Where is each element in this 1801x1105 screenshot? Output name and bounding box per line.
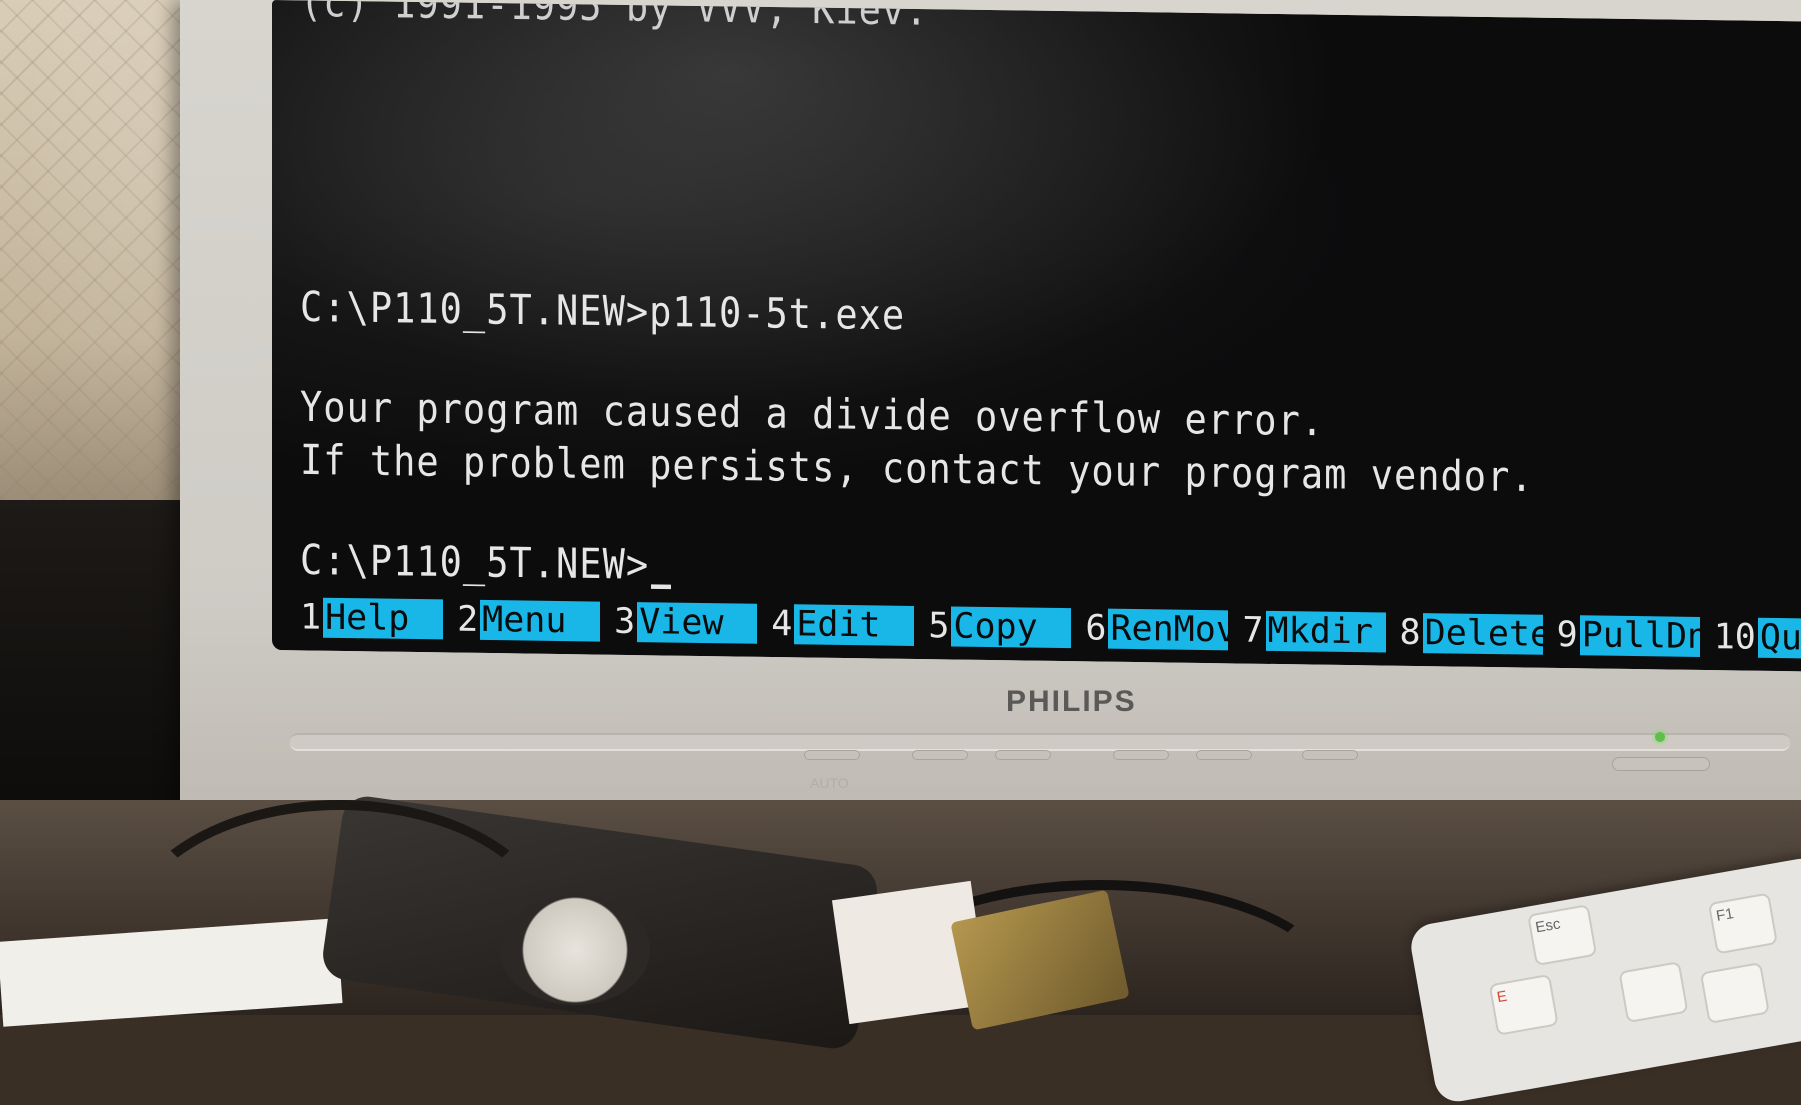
- bezel-trim: [290, 733, 1790, 751]
- fkey-edit[interactable]: 4 Edit: [771, 603, 915, 646]
- fkey-delete[interactable]: 8 Delete: [1400, 613, 1543, 655]
- monitor-brand-logo: PHILIPS: [1006, 685, 1137, 718]
- monitor-power-button[interactable]: [1612, 757, 1710, 771]
- monitor-down-button[interactable]: [1113, 750, 1169, 760]
- fkey-label: Copy: [951, 606, 1072, 649]
- fkey-mkdir[interactable]: 7 Mkdir: [1242, 610, 1386, 653]
- fkey-number: 10: [1713, 617, 1756, 658]
- fkey-label: Edit: [794, 604, 915, 646]
- fkey-number: 2: [457, 599, 479, 640]
- dos-screen: (c) 1991-1995 by VVV, Kiev. C:\P110_5T.N…: [272, 0, 1801, 672]
- fkey-number: 4: [771, 603, 793, 645]
- auto-button-label: AUTO: [810, 775, 849, 791]
- fkey-view[interactable]: 3 View: [614, 601, 758, 644]
- prompt-line[interactable]: C:\P110_5T.NEW>: [300, 535, 672, 590]
- monitor-up-button[interactable]: [1196, 750, 1252, 760]
- fkey-renmov[interactable]: 6 RenMov: [1085, 608, 1229, 651]
- fkey-label: View: [637, 602, 758, 644]
- fkey-menu[interactable]: 2 Menu: [457, 599, 601, 642]
- fkey-number: 6: [1085, 608, 1107, 649]
- fkey-number: 9: [1556, 614, 1578, 656]
- monitor-auto-button[interactable]: [804, 750, 860, 760]
- command-line: C:\P110_5T.NEW>p110-5t.exe: [300, 282, 906, 340]
- text-cursor: [651, 584, 672, 590]
- fkey-label: RenMov: [1108, 608, 1229, 651]
- fkey-label: Delete: [1422, 613, 1543, 655]
- fkey-number: 5: [928, 606, 950, 647]
- fkey-label: PullDn: [1579, 615, 1700, 657]
- power-led-icon: [1655, 732, 1665, 742]
- fkey-pulldn[interactable]: 9 PullDn: [1557, 615, 1700, 657]
- monitor-menu-button[interactable]: [1302, 750, 1358, 760]
- key-f1[interactable]: F1: [1707, 892, 1778, 955]
- fkey-number: 7: [1242, 610, 1264, 651]
- fkey-label: Qu: [1757, 617, 1801, 659]
- monitor-right-button[interactable]: [995, 750, 1051, 760]
- fkey-help[interactable]: 1 Help: [300, 597, 444, 640]
- fkey-label: Menu: [480, 599, 601, 642]
- fkey-number: 8: [1399, 612, 1421, 654]
- cable: [120, 800, 560, 1080]
- fkey-label: Help: [323, 597, 444, 640]
- monitor-left-button[interactable]: [912, 750, 968, 760]
- key-esc[interactable]: Esc: [1527, 904, 1598, 967]
- fkey-number: 1: [300, 597, 322, 638]
- error-message-line-2: If the problem persists, contact your pr…: [300, 435, 1534, 502]
- error-message-line-1: Your program caused a divide overflow er…: [300, 382, 1325, 446]
- key[interactable]: [1618, 961, 1689, 1024]
- fkey-number: 3: [614, 601, 636, 643]
- fkey-label: Mkdir: [1265, 610, 1386, 653]
- prompt-text: C:\P110_5T.NEW>: [300, 535, 650, 589]
- key-e[interactable]: E: [1488, 973, 1559, 1036]
- fkey-quit[interactable]: 10 Qu: [1713, 617, 1801, 659]
- fkey-copy[interactable]: 5 Copy: [928, 606, 1072, 649]
- function-key-bar: 1 Help 2 Menu 3 View 4 Edit 5 Copy 6 RenMov 7M…: [300, 597, 1801, 659]
